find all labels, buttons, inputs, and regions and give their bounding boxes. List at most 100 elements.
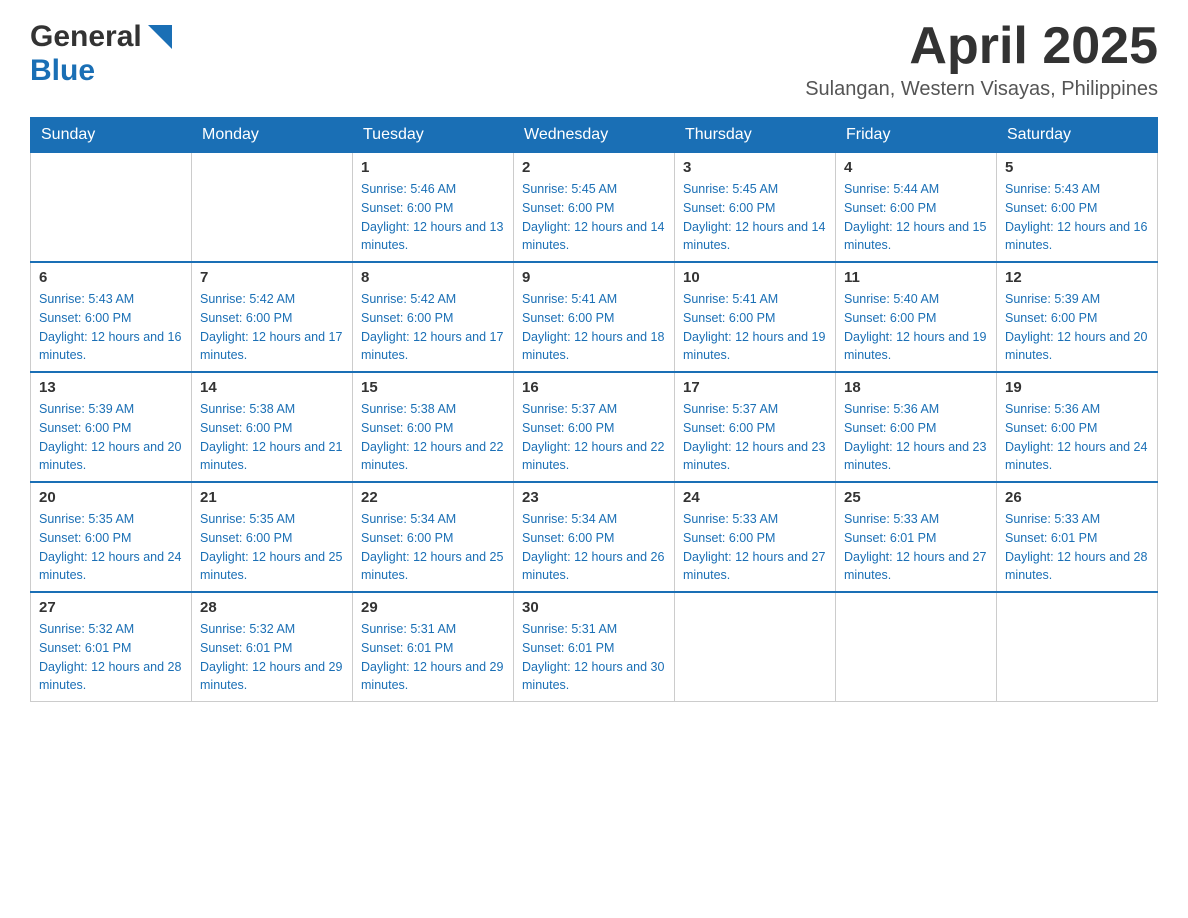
calendar-day-2: 2 Sunrise: 5:45 AMSunset: 6:00 PMDaylight…	[514, 153, 675, 263]
calendar-day-1: 1Sunrise: 5:46 AMSunset: 6:00 PMDaylight…	[353, 153, 514, 263]
logo-blue: Blue	[30, 54, 95, 88]
calendar-day-20: 20 Sunrise: 5:35 AMSunset: 6:00 PMDayligh…	[31, 482, 192, 592]
day-number: 14	[200, 379, 344, 396]
title-section: April 2025 Sulangan, Western Visayas, Ph…	[805, 20, 1158, 101]
day-number: 1	[361, 159, 505, 176]
calendar-week-row: 6 Sunrise: 5:43 AMSunset: 6:00 PMDaylight…	[31, 262, 1158, 372]
calendar-day-13: 13Sunrise: 5:39 AMSunset: 6:00 PMDayligh…	[31, 372, 192, 482]
col-header-friday: Friday	[836, 118, 997, 153]
day-info: Sunrise: 5:33 AMSunset: 6:01 PMDaylight:…	[844, 510, 988, 585]
calendar-day-19: 19 Sunrise: 5:36 AMSunset: 6:00 PMDayligh…	[997, 372, 1158, 482]
calendar-day-25: 25 Sunrise: 5:33 AMSunset: 6:01 PMDayligh…	[836, 482, 997, 592]
calendar-day-7: 7Sunrise: 5:42 AMSunset: 6:00 PMDaylight…	[192, 262, 353, 372]
day-number: 26	[1005, 489, 1149, 506]
day-number: 9	[522, 269, 666, 286]
day-info: Sunrise: 5:33 AMSunset: 6:01 PMDaylight:…	[1005, 510, 1149, 585]
calendar-day-28: 28 Sunrise: 5:32 AMSunset: 6:01 PMDayligh…	[192, 592, 353, 702]
col-header-wednesday: Wednesday	[514, 118, 675, 153]
day-info: Sunrise: 5:36 AMSunset: 6:00 PMDaylight:…	[1005, 400, 1149, 475]
day-info: Sunrise: 5:43 AMSunset: 6:00 PMDaylight:…	[1005, 180, 1149, 255]
empty-day-cell	[836, 592, 997, 702]
col-header-sunday: Sunday	[31, 118, 192, 153]
day-info: Sunrise: 5:32 AMSunset: 6:01 PMDaylight:…	[200, 620, 344, 695]
calendar-day-26: 26 Sunrise: 5:33 AMSunset: 6:01 PMDayligh…	[997, 482, 1158, 592]
empty-day-cell	[31, 153, 192, 263]
day-number: 15	[361, 379, 505, 396]
day-info: Sunrise: 5:33 AMSunset: 6:00 PMDaylight:…	[683, 510, 827, 585]
empty-day-cell	[997, 592, 1158, 702]
day-number: 2	[522, 159, 666, 176]
day-number: 27	[39, 599, 183, 616]
calendar-day-8: 8Sunrise: 5:42 AMSunset: 6:00 PMDaylight…	[353, 262, 514, 372]
calendar-day-30: 30Sunrise: 5:31 AMSunset: 6:01 PMDayligh…	[514, 592, 675, 702]
day-info: Sunrise: 5:31 AMSunset: 6:01 PMDaylight:…	[361, 620, 505, 695]
calendar-day-12: 12 Sunrise: 5:39 AMSunset: 6:00 PMDayligh…	[997, 262, 1158, 372]
logo-general: General	[30, 20, 142, 54]
calendar-header-row: SundayMondayTuesdayWednesdayThursdayFrid…	[31, 118, 1158, 153]
calendar-day-16: 16Sunrise: 5:37 AMSunset: 6:00 PMDayligh…	[514, 372, 675, 482]
calendar-day-29: 29 Sunrise: 5:31 AMSunset: 6:01 PMDayligh…	[353, 592, 514, 702]
day-info: Sunrise: 5:41 AMSunset: 6:00 PMDaylight:…	[522, 290, 666, 365]
day-number: 13	[39, 379, 183, 396]
calendar-day-6: 6 Sunrise: 5:43 AMSunset: 6:00 PMDaylight…	[31, 262, 192, 372]
calendar-day-22: 22 Sunrise: 5:34 AMSunset: 6:00 PMDayligh…	[353, 482, 514, 592]
day-info: Sunrise: 5:35 AMSunset: 6:00 PMDaylight:…	[39, 510, 183, 585]
day-number: 20	[39, 489, 183, 506]
calendar-day-11: 11 Sunrise: 5:40 AMSunset: 6:00 PMDayligh…	[836, 262, 997, 372]
day-info: Sunrise: 5:37 AMSunset: 6:00 PMDaylight:…	[683, 400, 827, 475]
day-number: 12	[1005, 269, 1149, 286]
calendar-day-4: 4 Sunrise: 5:44 AMSunset: 6:00 PMDaylight…	[836, 153, 997, 263]
calendar-day-3: 3Sunrise: 5:45 AMSunset: 6:00 PMDaylight…	[675, 153, 836, 263]
calendar-day-10: 10 Sunrise: 5:41 AMSunset: 6:00 PMDayligh…	[675, 262, 836, 372]
day-number: 30	[522, 599, 666, 616]
day-info: Sunrise: 5:44 AMSunset: 6:00 PMDaylight:…	[844, 180, 988, 255]
day-number: 23	[522, 489, 666, 506]
day-number: 19	[1005, 379, 1149, 396]
col-header-monday: Monday	[192, 118, 353, 153]
day-number: 8	[361, 269, 505, 286]
calendar-day-27: 27 Sunrise: 5:32 AMSunset: 6:01 PMDayligh…	[31, 592, 192, 702]
day-number: 7	[200, 269, 344, 286]
day-number: 18	[844, 379, 988, 396]
day-number: 6	[39, 269, 183, 286]
day-number: 29	[361, 599, 505, 616]
calendar-table: SundayMondayTuesdayWednesdayThursdayFrid…	[30, 117, 1158, 702]
calendar-day-24: 24 Sunrise: 5:33 AMSunset: 6:00 PMDayligh…	[675, 482, 836, 592]
day-number: 10	[683, 269, 827, 286]
calendar-week-row: 13Sunrise: 5:39 AMSunset: 6:00 PMDayligh…	[31, 372, 1158, 482]
day-number: 11	[844, 269, 988, 286]
empty-day-cell	[675, 592, 836, 702]
day-number: 25	[844, 489, 988, 506]
day-info: Sunrise: 5:34 AMSunset: 6:00 PMDaylight:…	[361, 510, 505, 585]
day-number: 16	[522, 379, 666, 396]
day-number: 21	[200, 489, 344, 506]
location-text: Sulangan, Western Visayas, Philippines	[805, 78, 1158, 101]
calendar-day-17: 17 Sunrise: 5:37 AMSunset: 6:00 PMDayligh…	[675, 372, 836, 482]
day-info: Sunrise: 5:32 AMSunset: 6:01 PMDaylight:…	[39, 620, 183, 695]
col-header-tuesday: Tuesday	[353, 118, 514, 153]
day-info: Sunrise: 5:43 AMSunset: 6:00 PMDaylight:…	[39, 290, 183, 365]
day-info: Sunrise: 5:39 AMSunset: 6:00 PMDaylight:…	[1005, 290, 1149, 365]
calendar-day-9: 9 Sunrise: 5:41 AMSunset: 6:00 PMDaylight…	[514, 262, 675, 372]
empty-day-cell	[192, 153, 353, 263]
day-number: 24	[683, 489, 827, 506]
calendar-day-15: 15Sunrise: 5:38 AMSunset: 6:00 PMDayligh…	[353, 372, 514, 482]
day-number: 4	[844, 159, 988, 176]
day-info: Sunrise: 5:40 AMSunset: 6:00 PMDaylight:…	[844, 290, 988, 365]
logo: General Blue	[30, 20, 176, 88]
month-title: April 2025	[805, 20, 1158, 72]
calendar-week-row: 1Sunrise: 5:46 AMSunset: 6:00 PMDaylight…	[31, 153, 1158, 263]
calendar-week-row: 20 Sunrise: 5:35 AMSunset: 6:00 PMDayligh…	[31, 482, 1158, 592]
day-number: 3	[683, 159, 827, 176]
calendar-day-5: 5Sunrise: 5:43 AMSunset: 6:00 PMDaylight…	[997, 153, 1158, 263]
day-info: Sunrise: 5:41 AMSunset: 6:00 PMDaylight:…	[683, 290, 827, 365]
calendar-day-23: 23 Sunrise: 5:34 AMSunset: 6:00 PMDayligh…	[514, 482, 675, 592]
day-info: Sunrise: 5:45 AMSunset: 6:00 PMDaylight:…	[522, 180, 666, 255]
day-number: 17	[683, 379, 827, 396]
day-number: 22	[361, 489, 505, 506]
day-info: Sunrise: 5:38 AMSunset: 6:00 PMDaylight:…	[200, 400, 344, 475]
calendar-day-18: 18Sunrise: 5:36 AMSunset: 6:00 PMDayligh…	[836, 372, 997, 482]
day-number: 28	[200, 599, 344, 616]
page-header: General Blue April 2025 Sulangan, Wester…	[30, 20, 1158, 101]
day-info: Sunrise: 5:34 AMSunset: 6:00 PMDaylight:…	[522, 510, 666, 585]
